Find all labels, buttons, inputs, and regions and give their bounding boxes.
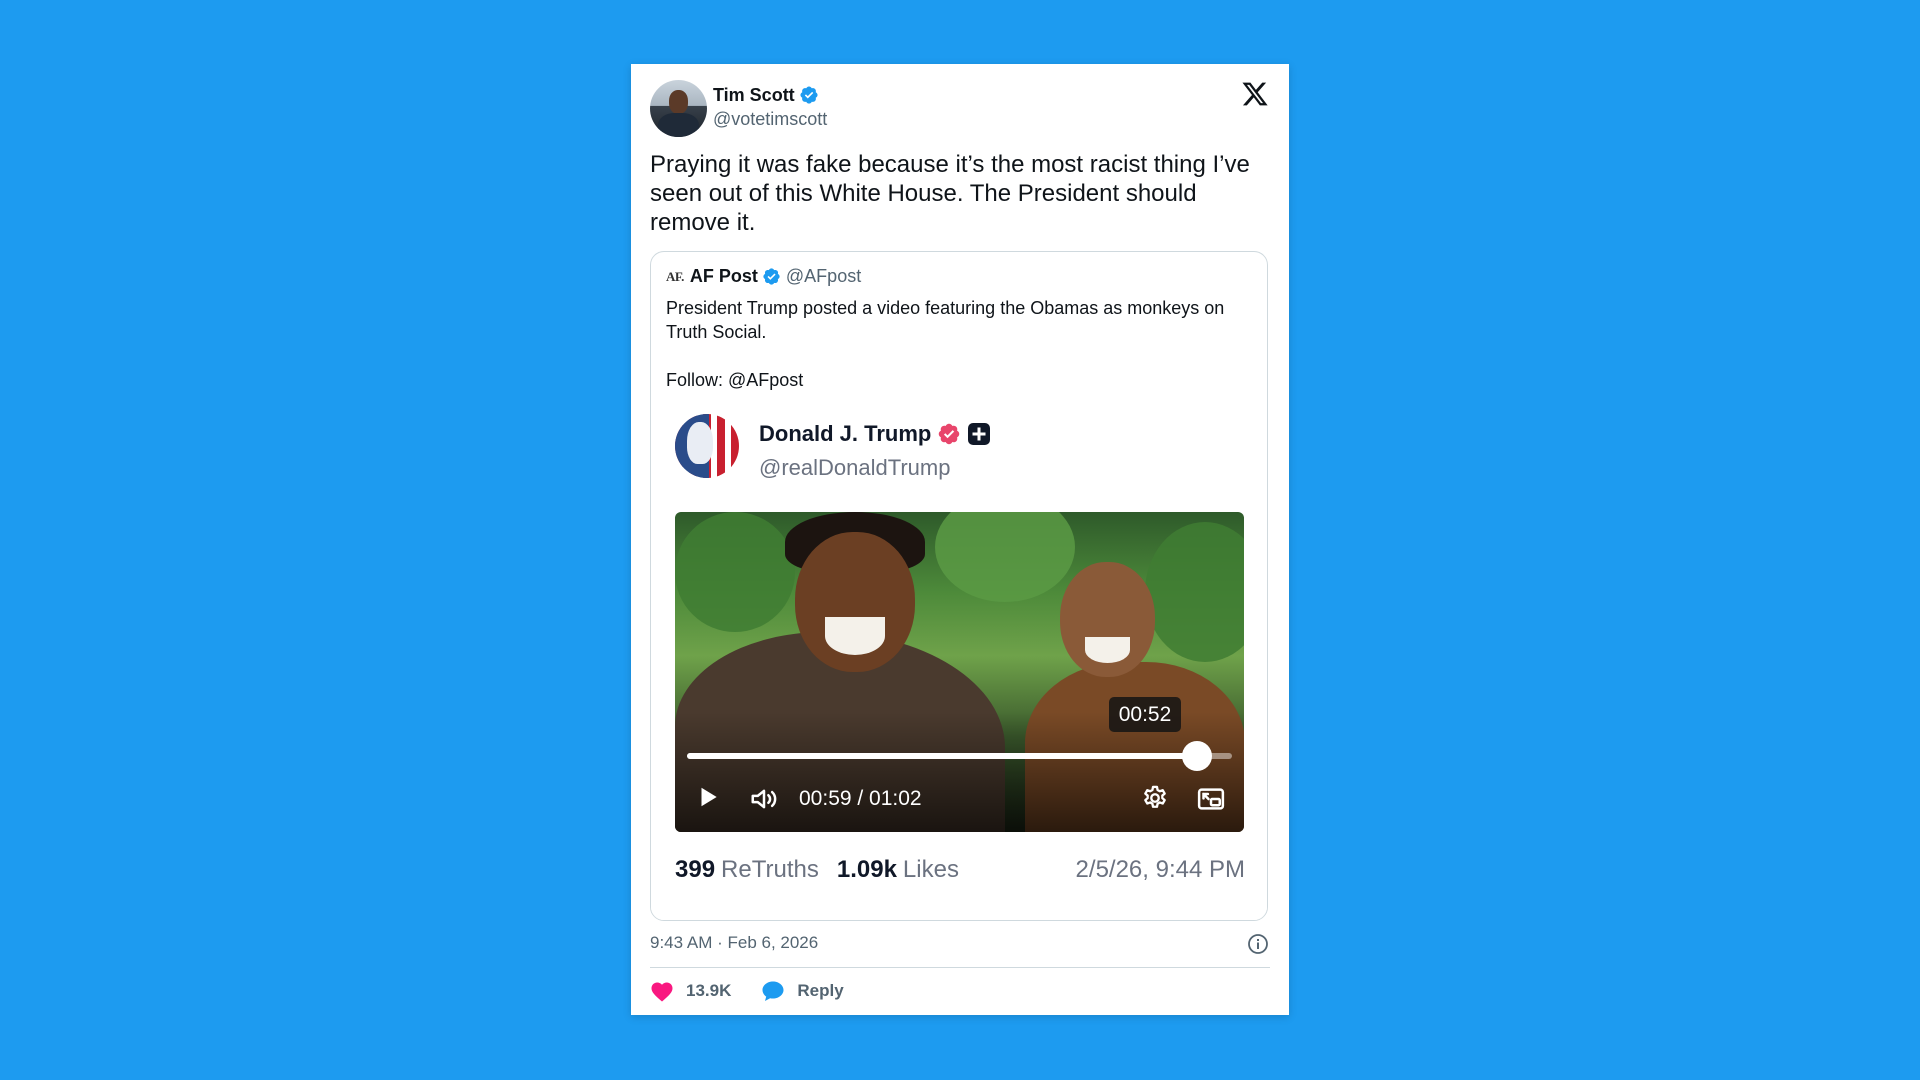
info-icon[interactable] (1246, 932, 1270, 956)
quote-text: President Trump posted a video featuring… (666, 296, 1256, 392)
verified-badge-icon (763, 268, 780, 285)
gear-icon (1144, 785, 1166, 808)
tweet-text: Praying it was fake because it’s the mos… (650, 151, 1250, 236)
af-post-logo: AF. (666, 268, 684, 284)
truth-verified-badge-icon (939, 423, 960, 445)
plus-badge-icon (968, 423, 991, 445)
quote-author-handle[interactable]: @AFpost (786, 266, 861, 287)
quote-text-line: President Trump posted a video featuring… (666, 298, 1225, 342)
foliage (1145, 522, 1244, 662)
author-handle[interactable]: @votetimscott (713, 109, 827, 130)
truth-date: 2/5/26, 9:44 PM (1075, 856, 1245, 883)
seek-bar-thumb[interactable] (1181, 741, 1212, 771)
retruths-count: 399 (675, 856, 716, 883)
verified-badge-icon (800, 86, 818, 104)
truth-author-name: Donald J. Trump (759, 421, 932, 446)
picture-in-picture-button[interactable] (1196, 784, 1226, 814)
author-name-row: Tim Scott (713, 84, 827, 106)
volume-button[interactable] (749, 784, 779, 814)
settings-button[interactable] (1141, 784, 1169, 812)
divider (650, 967, 1270, 968)
retruths-label: ReTruths (721, 856, 819, 883)
heart-icon (651, 982, 673, 1002)
video-player[interactable]: 00:52 00:59 / 01:02 (675, 512, 1244, 832)
reply-button[interactable]: Reply (761, 980, 844, 1002)
seek-bar-progress (687, 753, 1197, 759)
tweet-timestamp[interactable]: 9:43 AM · Feb 6, 2026 (650, 933, 818, 953)
truth-likes-label: Likes (902, 856, 959, 883)
quote-author-name[interactable]: AF Post (690, 266, 758, 287)
quoted-tweet[interactable]: AF. AF Post @AFpost President Trump post… (650, 251, 1268, 921)
author-names: Tim Scott @votetimscott (713, 84, 827, 130)
video-figure-mouth-right (1085, 637, 1130, 663)
reply-bubble-icon (762, 981, 784, 1001)
like-count: 13.9K (686, 981, 732, 1000)
tweet-actions: 13.9K Reply (650, 980, 874, 1002)
foliage (675, 512, 795, 632)
tweet-header: Tim Scott @votetimscott (650, 80, 827, 138)
author-avatar[interactable] (650, 80, 707, 137)
truth-social-embed: Donald J. Trump @realDonaldTrump 00:52 0… (651, 400, 1267, 920)
truth-author-name-row: Donald J. Trump (759, 421, 991, 447)
avatar-face (687, 422, 713, 464)
quote-follow-line: Follow: @AFpost (666, 370, 804, 390)
picture-in-picture-icon (1197, 788, 1225, 810)
foliage (935, 512, 1075, 602)
truth-stats: 399 ReTruths 1.09k Likes 2/5/26, 9:44 PM (675, 856, 1245, 884)
truth-likes-count: 1.09k (836, 856, 897, 883)
x-logo-icon[interactable] (1241, 80, 1269, 108)
video-time-display: 00:59 / 01:02 (799, 787, 922, 810)
retruths-stat[interactable]: 399 ReTruths (675, 856, 819, 884)
truth-author-avatar (675, 414, 739, 478)
seek-bar[interactable] (687, 741, 1232, 771)
volume-icon (751, 789, 777, 809)
play-button[interactable] (695, 784, 721, 810)
avatar-body (658, 113, 699, 137)
like-button[interactable]: 13.9K (650, 980, 731, 1002)
quote-header: AF. AF Post @AFpost (666, 266, 861, 287)
truth-author-handle: @realDonaldTrump (759, 455, 951, 480)
video-figure-mouth-left (825, 617, 885, 655)
play-icon (701, 787, 717, 807)
author-name[interactable]: Tim Scott (713, 85, 795, 106)
seek-time-tooltip: 00:52 (1109, 697, 1181, 732)
likes-stat[interactable]: 1.09k Likes (837, 856, 959, 884)
avatar-face (669, 90, 688, 114)
reply-label: Reply (797, 981, 844, 1000)
tweet-card: Tim Scott @votetimscott Praying it was f… (631, 64, 1289, 1015)
